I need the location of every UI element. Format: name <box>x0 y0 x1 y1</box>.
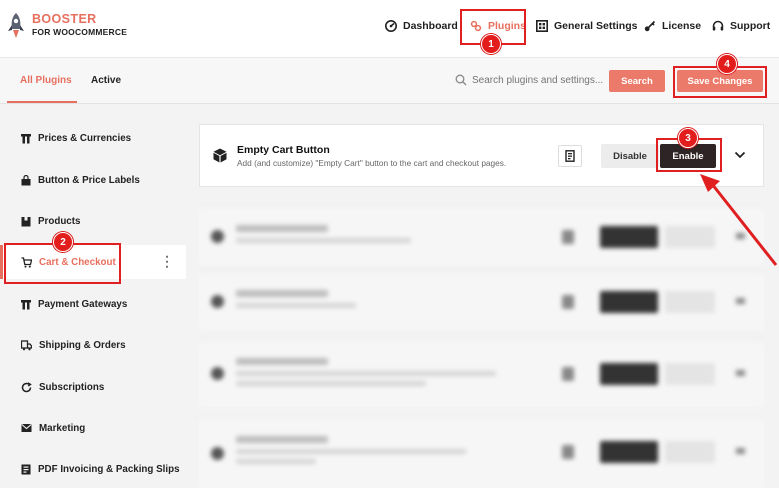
pointer-arrow <box>700 174 778 266</box>
